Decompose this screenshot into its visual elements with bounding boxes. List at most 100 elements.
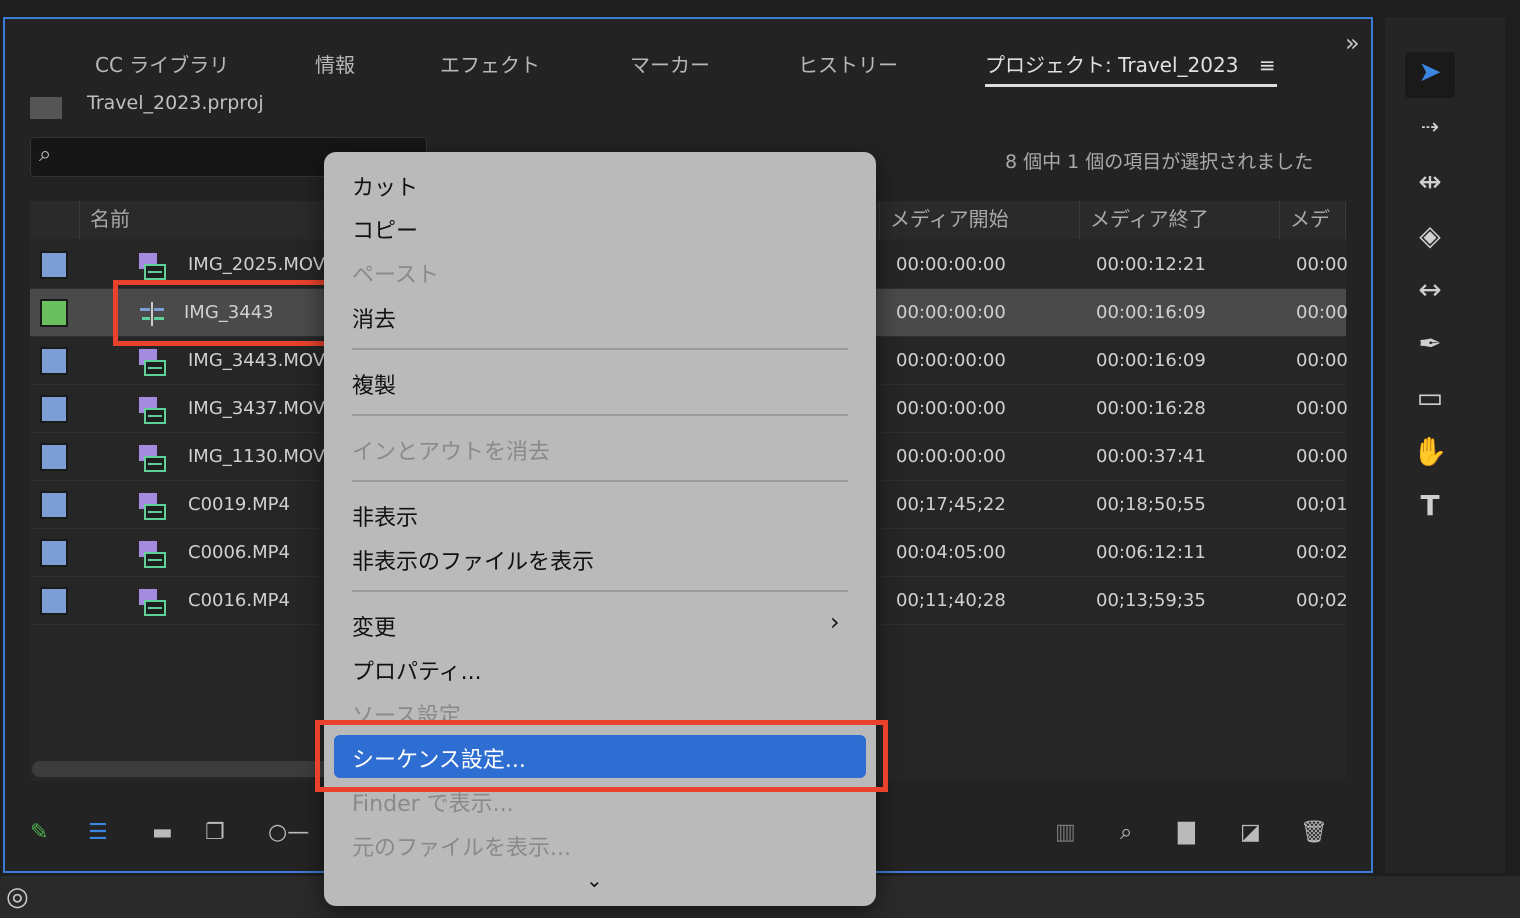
type-tool-icon[interactable]: T [1410, 486, 1450, 526]
horizontal-scrollbar[interactable] [32, 761, 332, 777]
folder-up-icon[interactable] [30, 97, 62, 119]
tab-project-label: プロジェクト: Travel_2023 [985, 53, 1239, 77]
tab-info[interactable]: 情報 [315, 49, 355, 78]
menu-item-clear-in-out: インとアウトを消去 [352, 440, 551, 465]
panel-menu-icon[interactable]: ≡ [1259, 53, 1276, 77]
video-clip-icon [139, 589, 166, 616]
media-duration: 00;01 [1296, 494, 1348, 515]
tab-history[interactable]: ヒストリー [798, 49, 898, 78]
column-header-media-start[interactable]: メディア開始 [880, 201, 1080, 239]
label-color-swatch[interactable] [40, 539, 68, 567]
clip-name: C0006.MP4 [188, 542, 290, 563]
media-start: 00:00:00:00 [896, 302, 1006, 323]
highlight-box-sequence-settings [315, 720, 888, 792]
menu-separator [352, 480, 848, 482]
razor-tool-icon[interactable]: ◈ [1410, 216, 1450, 256]
selection-tool-icon[interactable]: ➤ [1405, 52, 1455, 98]
media-start: 00:00:00:00 [896, 350, 1006, 371]
trash-icon[interactable]: 🗑 [1300, 820, 1328, 845]
media-start: 00:00:00:00 [896, 446, 1006, 467]
video-clip-icon [139, 349, 166, 376]
slip-tool-icon[interactable]: ↔ [1410, 270, 1450, 310]
media-start: 00:00:00:00 [896, 254, 1006, 275]
menu-item-hide[interactable]: 非表示 [352, 500, 418, 532]
list-view-icon[interactable]: ☰ [88, 820, 108, 845]
rectangle-tool-icon[interactable]: ▭ [1410, 378, 1450, 418]
clip-name: IMG_1130.MOV [188, 446, 326, 467]
menu-item-properties[interactable]: プロパティ... [352, 654, 482, 686]
column-header-media-duration[interactable]: メディ [1280, 201, 1346, 239]
menu-item-show-hidden[interactable]: 非表示のファイルを表示 [352, 544, 594, 576]
media-start: 00:04:05:00 [896, 542, 1006, 563]
new-item-icon[interactable]: ◪ [1240, 820, 1261, 845]
media-end: 00;18;50;55 [1096, 494, 1206, 515]
menu-item-clear[interactable]: 消去 [352, 302, 396, 334]
clip-name: C0019.MP4 [188, 494, 290, 515]
clip-name: IMG_3437.MOV [188, 398, 326, 419]
new-bin-icon[interactable]: ▇ [1178, 820, 1195, 845]
tab-cc-libraries[interactable]: CC ライブラリ [95, 49, 229, 78]
menu-separator [352, 348, 848, 350]
selection-status: 8 個中 1 個の項目が選択されました [1005, 151, 1314, 173]
pen-tool-icon[interactable]: ✒ [1410, 324, 1450, 364]
media-end: 00:06:12:11 [1096, 542, 1206, 563]
label-color-swatch[interactable] [40, 587, 68, 615]
clip-name: C0016.MP4 [188, 590, 290, 611]
menu-item-duplicate[interactable]: 複製 [352, 368, 396, 400]
clip-name: IMG_2025.MOV [188, 254, 326, 275]
video-clip-icon [139, 253, 166, 280]
label-color-swatch[interactable] [40, 347, 68, 375]
label-color-swatch[interactable] [40, 443, 68, 471]
tab-effects[interactable]: エフェクト [440, 49, 540, 78]
media-end: 00:00:16:28 [1096, 398, 1206, 419]
media-end: 00;13;59;35 [1096, 590, 1206, 611]
menu-item-modify[interactable]: 変更 [352, 610, 396, 642]
media-end: 00:00:16:09 [1096, 350, 1206, 371]
media-duration: 00:00 [1296, 446, 1348, 467]
media-start: 00;11;40;28 [896, 590, 1006, 611]
creative-cloud-icon[interactable]: ◎ [6, 882, 29, 912]
zoom-slider[interactable]: ○— [268, 820, 309, 845]
media-start: 00:00:00:00 [896, 398, 1006, 419]
menu-item-paste: ペースト [352, 263, 439, 288]
more-tabs-icon[interactable]: » [1345, 29, 1360, 57]
media-duration: 00:00 [1296, 254, 1348, 275]
media-duration: 00:00 [1296, 302, 1348, 323]
find-icon[interactable]: ⌕ [1120, 820, 1132, 845]
submenu-chevron-icon: › [830, 608, 840, 636]
label-color-swatch[interactable] [40, 395, 68, 423]
video-clip-icon [139, 493, 166, 520]
media-end: 00:00:37:41 [1096, 446, 1206, 467]
media-end: 00:00:16:09 [1096, 302, 1206, 323]
media-duration: 00;02 [1296, 590, 1348, 611]
menu-scroll-down-icon[interactable]: ⌄ [586, 868, 603, 892]
tab-markers[interactable]: マーカー [630, 49, 710, 78]
freeform-view-icon[interactable]: ❐ [205, 820, 225, 845]
icon-view-icon[interactable]: ▬ [152, 820, 173, 845]
label-column-header[interactable] [30, 201, 80, 239]
hand-tool-icon[interactable]: ✋ [1410, 432, 1450, 472]
menu-item-reveal-original: 元のファイルを表示... [352, 836, 571, 861]
menu-item-cut[interactable]: カット [352, 170, 418, 202]
video-clip-icon [139, 397, 166, 424]
label-color-swatch[interactable] [40, 299, 68, 327]
menu-separator [352, 590, 848, 592]
automate-sequence-icon[interactable]: ▥ [1055, 820, 1076, 845]
menu-item-copy[interactable]: コピー [352, 213, 418, 245]
search-icon: ⌕ [39, 142, 52, 167]
menu-separator [352, 414, 848, 416]
media-end: 00:00:12:21 [1096, 254, 1206, 275]
context-menu: カット コピー ペースト 消去 複製 インとアウトを消去 非表示 非表示のファイ… [324, 152, 876, 906]
video-clip-icon [139, 445, 166, 472]
media-start: 00;17;45;22 [896, 494, 1006, 515]
label-color-swatch[interactable] [40, 491, 68, 519]
media-duration: 00:00 [1296, 350, 1348, 371]
pencil-icon[interactable]: ✎ [30, 820, 48, 845]
track-select-tool-icon[interactable]: ⇢ [1410, 108, 1450, 148]
ripple-edit-tool-icon[interactable]: ⇹ [1410, 162, 1450, 202]
label-color-swatch[interactable] [40, 251, 68, 279]
highlight-box-sequence [113, 280, 330, 346]
tab-project[interactable]: プロジェクト: Travel_2023 ≡ [985, 49, 1277, 87]
column-header-media-end[interactable]: メディア終了 [1080, 201, 1280, 239]
project-file-name: Travel_2023.prproj [87, 92, 264, 114]
